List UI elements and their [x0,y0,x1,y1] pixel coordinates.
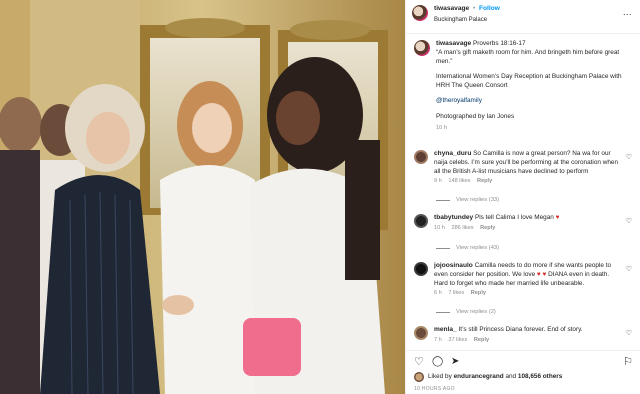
caption-username[interactable]: tiwasavage [436,40,471,47]
liked-by-and: and [505,372,517,380]
comment-likes[interactable]: 286 likes [451,225,473,231]
comment-like-heart-icon[interactable]: ♡ [626,265,632,274]
comment-like-heart-icon[interactable]: ♡ [626,153,632,162]
caption-credit: Photographed by Ian Jones [436,113,515,121]
caption-avatar[interactable] [414,40,430,56]
liker-avatar[interactable] [414,372,424,382]
share-icon[interactable]: ➤ [451,355,459,369]
post-image [0,0,405,394]
separator-dot: • [472,5,476,12]
comment-reply-button[interactable]: Reply [480,225,495,231]
comment-reply-button[interactable]: Reply [471,290,486,296]
caption-line1: Proverbs 18:16-17 [472,40,526,47]
red-heart-icon: ♥ [555,214,560,221]
liked-by-row: Liked by endurancegrand and 108,656 othe… [414,372,562,382]
replies-line [436,248,450,250]
comment-time: 7 h [434,336,442,343]
bookmark-icon[interactable]: ⚐ [623,355,633,370]
comment-item: chyna_duru So Camilla is now a great per… [414,150,636,186]
view-replies-label: View replies (33) [456,197,500,203]
follow-button[interactable]: Follow [479,5,500,12]
comment-reply-button[interactable]: Reply [477,178,492,184]
caption-line2: “A man’s gift maketh room for him. And b… [436,48,620,65]
replies-line [436,200,450,202]
red-heart-icon: ♥ [536,270,541,278]
view-replies-label: View replies (43) [456,245,500,251]
post-caption: tiwasavage Proverbs 18:16-17 “A man’s gi… [406,34,640,132]
commenter-username[interactable]: jojoosinaulo [434,262,473,269]
view-replies-button[interactable]: View replies (33) [436,197,499,205]
comment-likes[interactable]: 148 likes [448,178,470,184]
action-bar: ♡ ◯ ➤ ⚐ [406,350,640,369]
caption-line3: International Women’s Day Reception at B… [436,73,622,89]
post-side-panel: tiwasavage • Follow Buckingham Palace ..… [405,0,640,394]
comment-like-heart-icon[interactable]: ♡ [626,329,632,338]
red-heart-icon: ♥ [542,270,547,278]
commenter-avatar[interactable] [414,262,428,276]
comment-icon[interactable]: ◯ [432,355,443,369]
commenter-username[interactable]: menla_ [434,326,457,333]
post-photo[interactable] [0,0,405,394]
like-heart-icon[interactable]: ♡ [414,355,424,370]
more-options-icon[interactable]: ... [623,6,632,18]
caption-time: 10 h [436,124,447,131]
liked-by-count[interactable]: 108,656 others [518,373,562,382]
commenter-avatar[interactable] [414,150,428,164]
comment-item: menla_ It’s still Princess Diana forever… [414,326,636,344]
comment-time: 9 h [434,178,442,185]
commenter-username[interactable]: chyna_duru [434,150,471,157]
liked-by-prefix: Liked by [428,372,452,380]
view-replies-label: View replies (2) [456,309,496,315]
post-location[interactable]: Buckingham Palace [434,16,500,24]
comment-text: Pls tell Calima I love Megan [474,214,554,221]
author-username[interactable]: tiwasavage [434,5,469,12]
comment-time: 6 h [434,290,442,297]
commenter-avatar[interactable] [414,214,428,228]
comment-likes[interactable]: 37 likes [448,337,467,343]
comment-item: jojoosinaulo Camilla needs to do more if… [414,262,636,298]
commenter-username[interactable]: tbabytundey [434,214,473,221]
author-avatar[interactable] [412,5,428,21]
comment-text: It’s still Princess Diana forever. End o… [458,326,583,333]
comment-likes[interactable]: 7 likes [448,290,464,296]
comment-reply-button[interactable]: Reply [474,337,489,343]
commenter-avatar[interactable] [414,326,428,340]
replies-line [436,312,450,314]
view-replies-button[interactable]: View replies (2) [436,309,496,317]
comment-like-heart-icon[interactable]: ♡ [626,217,632,226]
liked-by-user[interactable]: endurancegrand [454,373,504,382]
caption-mention[interactable]: @theroyalfamily [436,97,632,106]
view-replies-button[interactable]: View replies (43) [436,245,499,253]
comment-time: 10 h [434,224,445,231]
post-timestamp: 10 HOURS AGO [414,386,455,392]
post-header: tiwasavage • Follow Buckingham Palace ..… [406,0,640,34]
comment-item: tbabytundey Pls tell Calima I love Megan… [414,214,636,232]
